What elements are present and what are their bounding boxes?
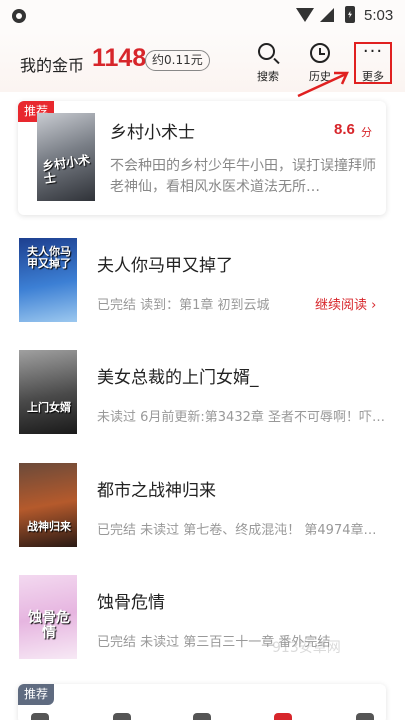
list-item[interactable]: 蚀骨危情 蚀骨危情 已完结 未读过 第三百三十一章 番外完结 — [0, 575, 405, 687]
recommend-tag: 推荐 — [18, 684, 55, 705]
book-cover: 战神归来 — [19, 463, 77, 547]
app-notification-icon — [12, 9, 26, 23]
recommended-title[interactable]: 乡村小术士 — [110, 118, 195, 143]
nav-tab-icon[interactable] — [356, 713, 374, 720]
book-title: 夫人你马甲又掉了 — [97, 256, 233, 276]
book-meta: 已完结 未读过 第三百三十一章 番外完结 — [97, 635, 331, 650]
coins-label: 我的金币 — [20, 56, 85, 75]
more-dots-icon: ··· — [362, 41, 384, 62]
coins-value: 1148 — [92, 44, 147, 72]
nav-tab-icon[interactable] — [113, 713, 131, 720]
list-item[interactable]: 上门女婿 美女总裁的上门女婿_ 未读过 6月前更新:第3432章 圣者不可辱啊！… — [0, 350, 405, 462]
book-title: 美女总裁的上门女婿_ — [97, 368, 259, 388]
continue-reading-link[interactable]: 继续阅读 › — [315, 294, 376, 313]
book-cover: 蚀骨危情 — [19, 575, 77, 659]
status-bar: 5:03 — [0, 0, 405, 32]
cover-text: 战神归来 — [27, 520, 71, 533]
search-button[interactable]: 搜索 — [248, 40, 288, 88]
battery-charging-icon — [345, 6, 355, 23]
book-meta: 已完结 未读过 第七卷、终成混沌！ 第4974章… — [97, 523, 377, 538]
signal-icon — [320, 8, 334, 22]
book-title: 蚀骨危情 — [97, 593, 165, 613]
status-time: 5:03 — [364, 7, 394, 24]
book-meta: 未读过 6月前更新:第3432章 圣者不可辱啊！吓… — [97, 410, 385, 425]
nav-tab-icon[interactable] — [31, 713, 49, 720]
book-meta: 已完结 读到：第1章 初到云城 — [97, 298, 270, 313]
book-cover: 上门女婿 — [19, 350, 77, 434]
nav-tab-icon[interactable] — [274, 713, 292, 720]
cover-text: 上门女婿 — [27, 401, 71, 414]
rating-score: 8.6 — [334, 121, 355, 138]
cover-text: 乡村小术士 — [41, 152, 91, 187]
clock-icon — [310, 43, 330, 63]
search-icon — [258, 43, 275, 60]
cover-text: 蚀骨危情 — [28, 610, 70, 641]
annotation-arrow-icon — [297, 71, 349, 98]
search-label: 搜索 — [257, 70, 279, 83]
book-cover: 夫人你马甲又掉了 — [19, 238, 77, 322]
coins-yuan-badge[interactable]: 约0.11元 — [145, 50, 210, 71]
watermark: 913安卓网 — [272, 640, 341, 656]
book-title: 都市之战神归来 — [97, 481, 216, 501]
more-button[interactable]: ··· 更多 — [354, 42, 392, 84]
rating-unit: 分 — [361, 126, 372, 139]
recommended-description: 不会种田的乡村少年牛小田，误打误撞拜师老神仙，看相风水医术道法无所… — [110, 158, 376, 195]
more-label: 更多 — [362, 70, 384, 83]
wifi-icon — [296, 8, 314, 22]
cover-text: 夫人你马甲又掉了 — [27, 245, 71, 270]
book-cover[interactable]: 乡村小术士 — [37, 113, 95, 201]
list-item[interactable]: 战神归来 都市之战神归来 已完结 未读过 第七卷、终成混沌！ 第4974章… — [0, 463, 405, 575]
list-item[interactable]: 夫人你马甲又掉了 夫人你马甲又掉了 已完结 读到：第1章 初到云城 继续阅读 › — [0, 238, 405, 350]
nav-tab-icon[interactable] — [193, 713, 211, 720]
